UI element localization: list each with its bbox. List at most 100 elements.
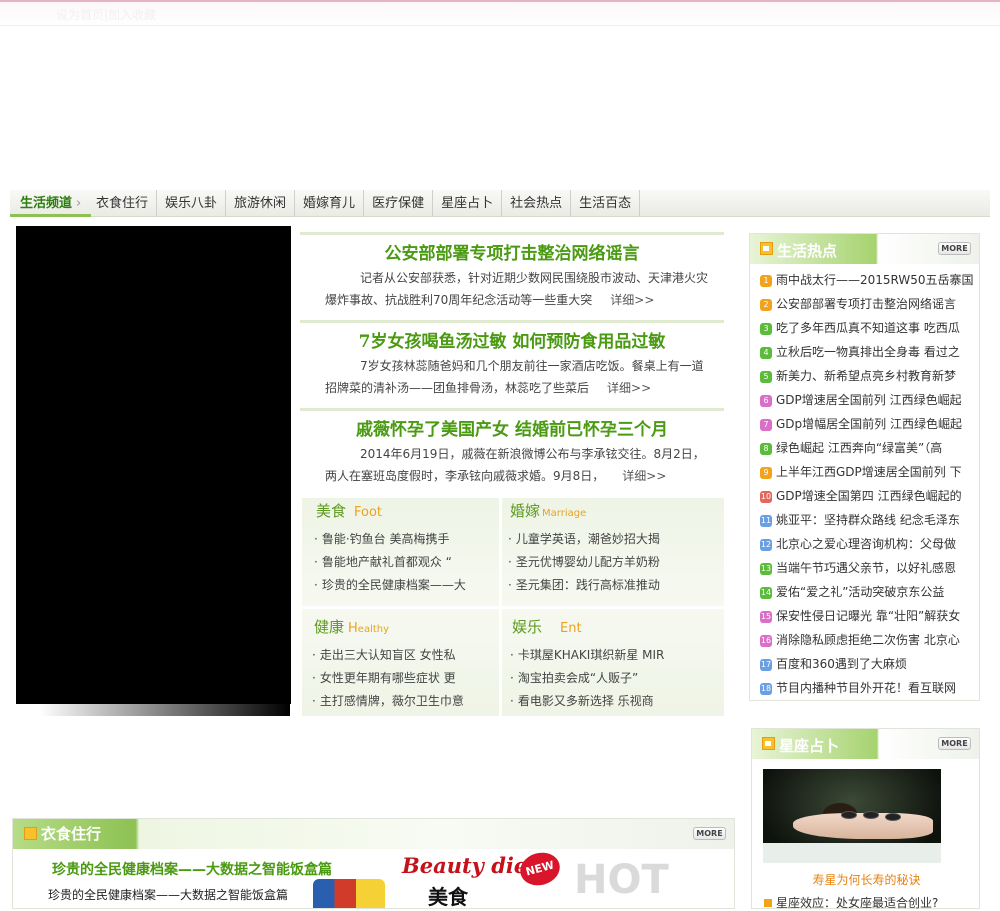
headline-story: 公安部部署专项打击整治网络谣言 记者从公安部获悉，针对近期少数网民围绕股市波动、… [300, 232, 724, 320]
hot-topic-item[interactable]: 12 北京心之爱心理咨询机构：父母做 [760, 532, 979, 556]
hot-topic-text: 北京心之爱心理咨询机构：父母做 [776, 537, 957, 551]
rank-badge: 17 [760, 659, 772, 671]
hot-topic-item[interactable]: 1 雨中战太行——2015RW50五岳寨国 [760, 268, 979, 292]
category-link[interactable]: 看电影又多新选择 乐视商 [510, 690, 704, 713]
rank-badge: 9 [760, 467, 772, 479]
hot-topic-text: GDP增速全国第四 江西绿色崛起的 [776, 489, 962, 503]
spa-photo[interactable] [763, 769, 941, 863]
nav-item-society[interactable]: 社会热点 [502, 190, 572, 217]
hot-topic-item[interactable]: 6 GDP增速居全国前列 江西绿色崛起 [760, 388, 979, 412]
food-thumbnail[interactable] [313, 879, 385, 908]
category-link[interactable]: 儿童学英语，潮爸妙招大揭 [508, 528, 702, 551]
hot-topic-item[interactable]: 17 百度和360遇到了大麻烦 [760, 652, 979, 676]
category-link[interactable]: 珍贵的全民健康档案——大 [314, 574, 508, 597]
section-title: 衣食住行 [41, 825, 102, 843]
hot-topic-item[interactable]: 10 GDP增速全国第四 江西绿色崛起的 [760, 484, 979, 508]
rank-badge: 1 [760, 275, 772, 287]
nav-current-channel[interactable]: 生活频道 [10, 190, 92, 217]
category-title[interactable]: 美食 Foot [304, 498, 508, 524]
nav-item-entertainment[interactable]: 娱乐八卦 [157, 190, 227, 217]
section-headline[interactable]: 珍贵的全民健康档案——大数据之智能饭盒篇 [52, 859, 332, 879]
hot-topic-item[interactable]: 4 立秋后吃一物真排出全身毒 看过之 [760, 340, 979, 364]
banner-script: Beauty diet [402, 853, 537, 878]
rank-badge: 10 [760, 491, 772, 503]
detail-link[interactable]: 详细>> [622, 469, 666, 483]
headline-summary: 7岁女孩林蕊随爸妈和几个朋友前往一家酒店吃饭。餐桌上有一道招牌菜的清补汤——团鱼… [325, 359, 704, 395]
category-title[interactable]: 健康 Healthy [302, 614, 506, 640]
hot-topic-item[interactable]: 8 绿色崛起 江西奔向“绿富美”（高 [760, 436, 979, 460]
beauty-diet-banner[interactable]: Beauty diet NEW HOT 美食 [398, 848, 734, 909]
headline-title[interactable]: 7岁女孩喝鱼汤过敏 如何预防食用品过敏 [300, 331, 724, 353]
hot-topic-item[interactable]: 15 保安性侵日记曝光 靠“壮阳”解获女 [760, 604, 979, 628]
rank-badge: 7 [760, 419, 772, 431]
category-link[interactable]: 走出三大认知盲区 女性私 [312, 644, 506, 667]
headline-summary: 记者从公安部获悉，针对近期少数网民围绕股市波动、天津港火灾爆炸事故、抗战胜利70… [325, 271, 709, 307]
headline-title[interactable]: 公安部部署专项打击整治网络谣言 [300, 243, 724, 265]
hot-topic-text: GDP增速居全国前列 江西绿色崛起 [776, 393, 962, 407]
hot-topic-item[interactable]: 2 公安部部署专项打击整治网络谣言 [760, 292, 979, 316]
category-title[interactable]: 婚嫁 Marriage [498, 498, 702, 524]
hot-topic-text: 雨中战太行——2015RW50五岳寨国 [776, 273, 974, 287]
panel-header: 星座占卜 MORE [752, 729, 979, 759]
category-link[interactable]: 主打感情牌，薇尔卫生巾意 [312, 690, 506, 713]
nav-item-clothing-food[interactable]: 衣食住行 [88, 190, 158, 217]
hot-topic-item[interactable]: 7 GDp增幅居全国前列 江西绿色崛起 [760, 412, 979, 436]
rank-badge: 8 [760, 443, 772, 455]
astrology-panel: 星座占卜 MORE 寿星为何长寿的秘诀 星座效应：处女座最适合创业? [751, 728, 981, 911]
hot-topic-item[interactable]: 11 姚亚平：坚持群众路线 纪念毛泽东 [760, 508, 979, 532]
rank-badge: 6 [760, 395, 772, 407]
hot-topic-text: GDp增幅居全国前列 江西绿色崛起 [776, 417, 962, 431]
hot-topic-item[interactable]: 5 新美力、新希望点亮乡村教育新梦 [760, 364, 979, 388]
rank-badge: 18 [760, 683, 772, 695]
hot-topic-text: 当端午节巧遇父亲节，以好礼感恩 [776, 561, 957, 575]
category-link[interactable]: 鲁能·钓鱼台 美高梅携手 [314, 528, 508, 551]
category-link[interactable]: 淘宝拍卖会成“人贩子” [510, 667, 704, 690]
category-link[interactable]: 圣元集团：践行高标准推动 [508, 574, 702, 597]
hot-topic-text: 公安部部署专项打击整治网络谣言 [776, 297, 957, 311]
more-button[interactable]: MORE [938, 737, 971, 750]
detail-link[interactable]: 详细>> [607, 381, 651, 395]
category-grid: 美食Foot 鲁能·钓鱼台 美高梅携手 鲁能地产献礼首都观众 “ 珍贵的全民健康… [302, 498, 724, 716]
hot-topic-item[interactable]: 9 上半年江西GDP增速居全国前列 下 [760, 460, 979, 484]
hot-topic-text: 爱佑“爱之礼”活动突破京东公益 [776, 585, 945, 599]
section-header: 衣食住行 MORE [13, 819, 734, 849]
more-button[interactable]: MORE [693, 827, 726, 840]
hot-topic-item[interactable]: 3 吃了多年西瓜真不知道这事 吃西瓜 [760, 316, 979, 340]
rank-badge: 11 [760, 515, 772, 527]
hot-topic-item[interactable]: 18 节目内播种节目外开花！看互联网 [760, 676, 979, 700]
more-button[interactable]: MORE [938, 242, 971, 255]
hot-topic-item[interactable]: 14 爱佑“爱之礼”活动突破京东公益 [760, 580, 979, 604]
category-title[interactable]: 娱乐 Ent [500, 614, 704, 640]
hot-topic-item[interactable]: 13 当端午节巧遇父亲节，以好礼感恩 [760, 556, 979, 580]
nav-item-health[interactable]: 医疗保健 [364, 190, 434, 217]
photo-caption[interactable]: 寿星为何长寿的秘诀 [752, 871, 981, 888]
headline-title[interactable]: 戚薇怀孕了美国产女 结婚前已怀孕三个月 [300, 419, 724, 441]
rank-badge: 3 [760, 323, 772, 335]
nav-item-travel[interactable]: 旅游休闲 [226, 190, 296, 217]
channel-nav: 生活频道 衣食住行 娱乐八卦 旅游休闲 婚嫁育儿 医疗保健 星座占卜 社会热点 … [10, 190, 990, 217]
category-link[interactable]: 女性更年期有哪些症状 更 [312, 667, 506, 690]
section-subline[interactable]: 珍贵的全民健康档案——大数据之智能饭盒篇 [48, 886, 288, 903]
detail-link[interactable]: 详细>> [610, 293, 654, 307]
banner-title: 美食 [428, 885, 468, 909]
image-slider[interactable] [16, 226, 291, 704]
astrology-link[interactable]: 星座效应：处女座最适合创业? [764, 894, 938, 911]
section-icon [24, 827, 37, 840]
hot-topic-text: 保安性侵日记曝光 靠“壮阳”解获女 [776, 609, 961, 623]
rank-badge: 2 [760, 299, 772, 311]
nav-item-marriage[interactable]: 婚嫁育儿 [295, 190, 365, 217]
clothing-food-section: 衣食住行 MORE 珍贵的全民健康档案——大数据之智能饭盒篇 珍贵的全民健康档案… [12, 818, 735, 909]
hot-topic-text: 立秋后吃一物真排出全身毒 看过之 [776, 345, 960, 359]
category-link[interactable]: 圣元优博婴幼儿配方羊奶粉 [508, 551, 702, 574]
category-link[interactable]: 鲁能地产献礼首都观众 “ [314, 551, 508, 574]
hot-topic-text: 消除隐私顾虑拒绝二次伤害 北京心 [776, 633, 960, 647]
rank-badge: 13 [760, 563, 772, 575]
top-bar: 设为首页|加入收藏 [0, 0, 1000, 26]
category-link[interactable]: 卡琪屋KHAKI琪织新星 MIR [510, 644, 704, 667]
set-homepage-link[interactable]: 设为首页|加入收藏 [56, 6, 156, 23]
hot-topic-text: 姚亚平：坚持群众路线 纪念毛泽东 [776, 513, 960, 527]
headline-story: 7岁女孩喝鱼汤过敏 如何预防食用品过敏 7岁女孩林蕊随爸妈和几个朋友前往一家酒店… [300, 320, 724, 408]
nav-item-life[interactable]: 生活百态 [571, 190, 641, 217]
hot-topic-item[interactable]: 16 消除隐私顾虑拒绝二次伤害 北京心 [760, 628, 979, 652]
nav-item-astrology[interactable]: 星座占卜 [433, 190, 503, 217]
